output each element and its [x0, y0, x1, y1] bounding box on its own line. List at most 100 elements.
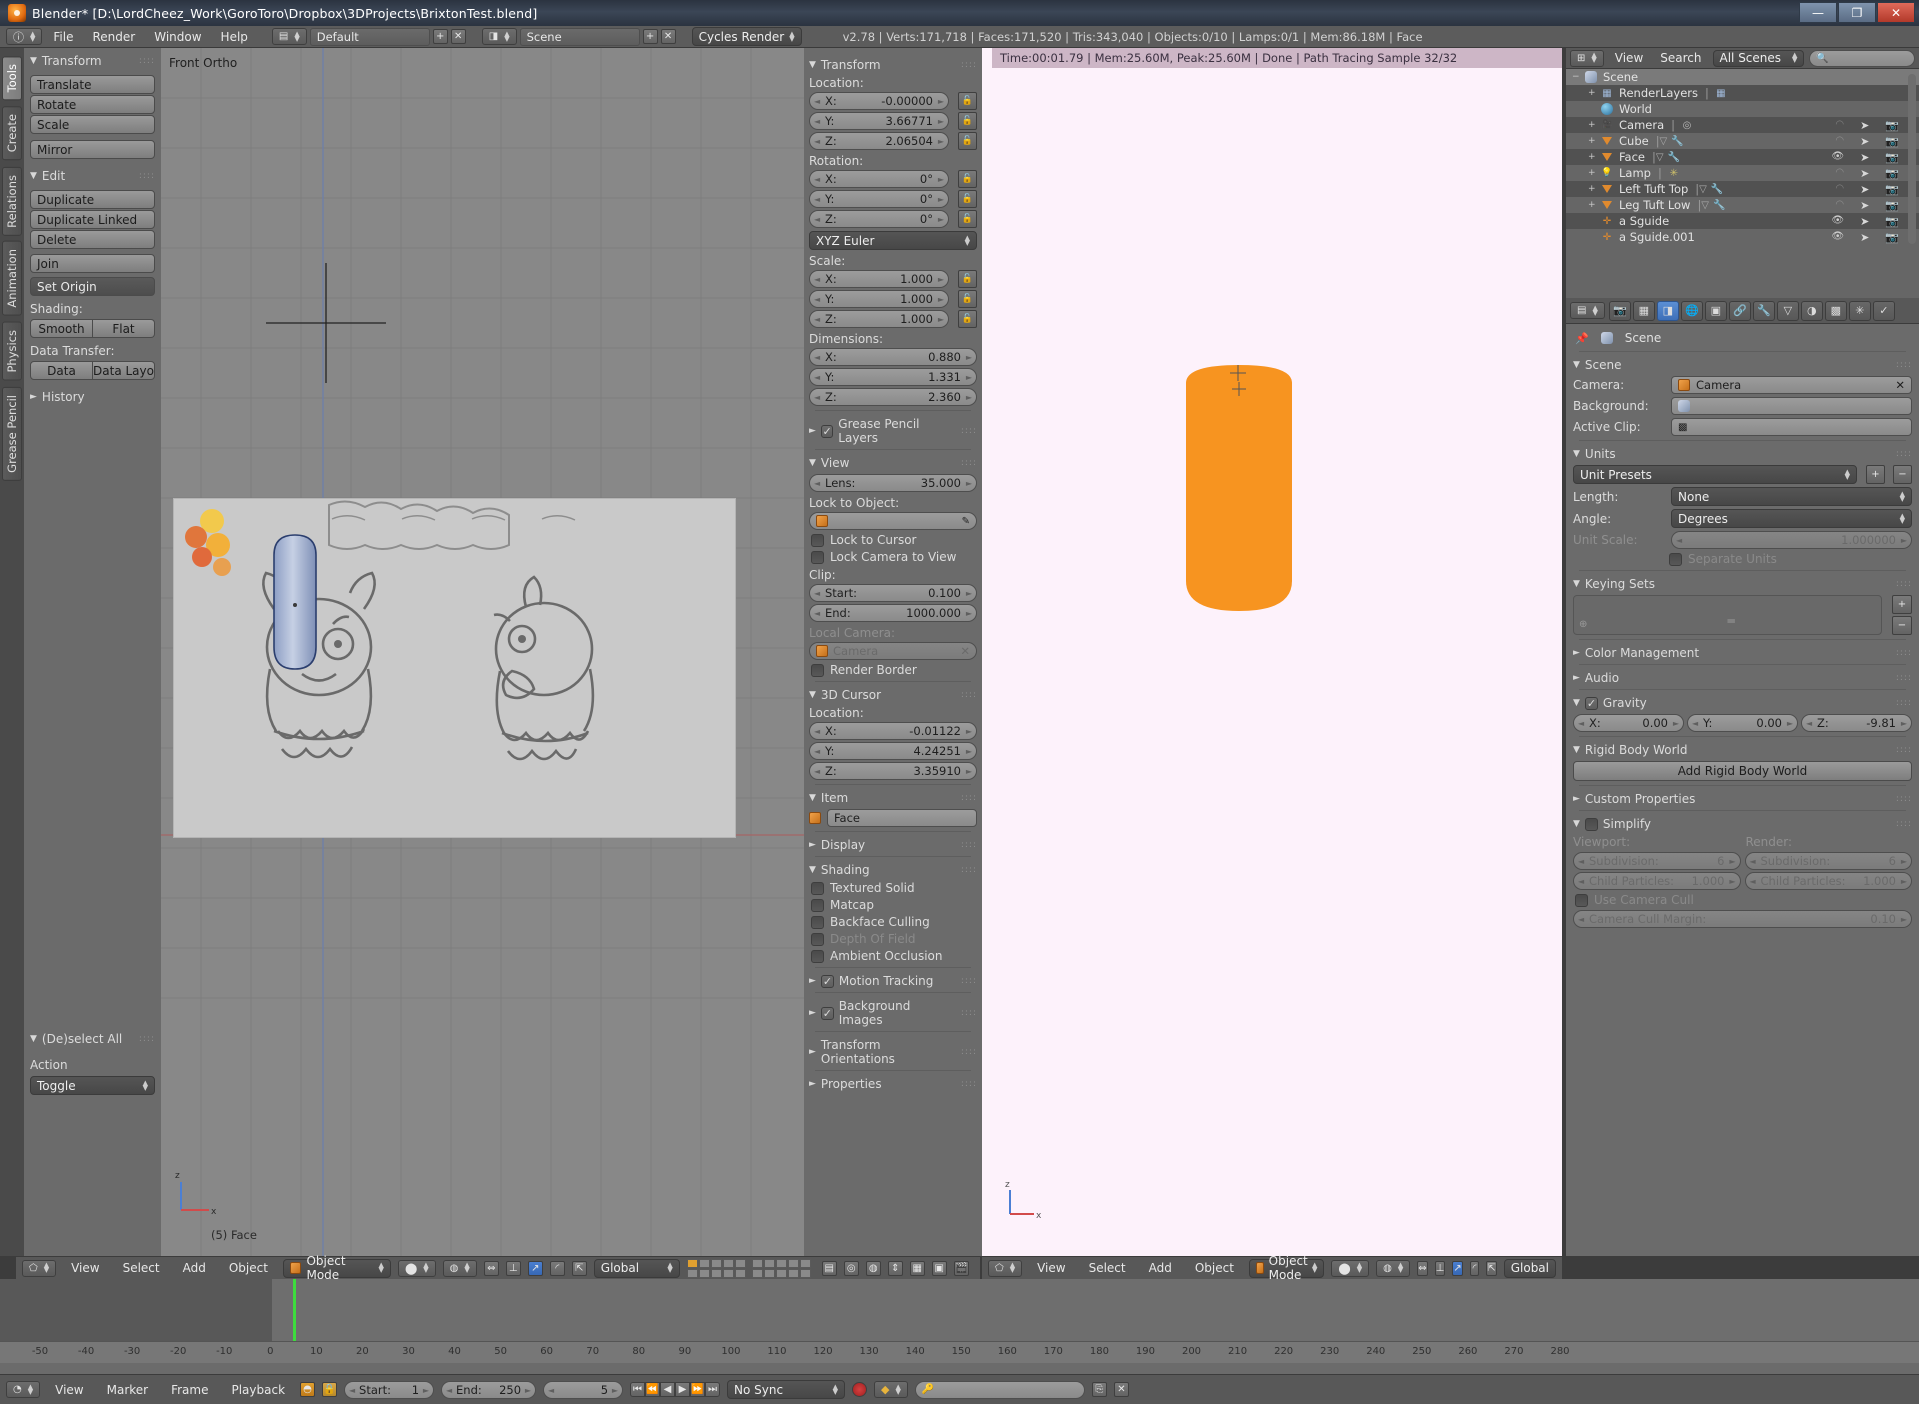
- shading-ambient-occlusion[interactable]: Ambient Occlusion: [811, 949, 977, 963]
- scene-camera-field[interactable]: Camera ✕: [1671, 376, 1912, 394]
- panel-checkbox[interactable]: ✓: [1584, 696, 1598, 710]
- clip-end[interactable]: ◄ End: 1000.000 ►: [809, 604, 977, 622]
- add-rigid-body-world-button[interactable]: Add Rigid Body World: [1573, 761, 1912, 781]
- menu-file[interactable]: File: [45, 28, 81, 46]
- rotation-y[interactable]: ◄ Y: 0° ►: [809, 190, 949, 208]
- editor-type-selector[interactable]: ⓘ ▲ ▼: [6, 28, 43, 45]
- selectability-toggle-icon[interactable]: ➤: [1860, 183, 1869, 196]
- render-animation-icon[interactable]: 🎬: [953, 1260, 969, 1276]
- lock-layers-icon[interactable]: ▤: [821, 1260, 837, 1276]
- visibility-toggle-icon[interactable]: ◠: [1835, 167, 1844, 180]
- grease-pencil-layers-header[interactable]: ► ✓ Grease Pencil Layers::::: [809, 417, 977, 445]
- scene-layers-grid[interactable]: [686, 1258, 815, 1278]
- menu-render[interactable]: Render: [84, 28, 143, 46]
- n-transform-orientations-header[interactable]: ► Transform Orientations::::: [809, 1038, 977, 1066]
- outliner-row[interactable]: World: [1566, 101, 1919, 117]
- properties-tab-renderlayers[interactable]: ▦: [1632, 300, 1655, 321]
- selectability-toggle-icon[interactable]: ➤: [1860, 215, 1869, 228]
- checkbox-icon[interactable]: [811, 949, 824, 963]
- eyedropper-icon[interactable]: ✎: [962, 516, 970, 527]
- lock-camera-to-view[interactable]: Lock Camera to View: [811, 550, 977, 564]
- scene-background-field[interactable]: [1671, 397, 1912, 415]
- add-preset-button[interactable]: +: [1866, 465, 1885, 484]
- renderability-toggle-icon[interactable]: 📷: [1885, 119, 1899, 132]
- mesh-modifier-icon[interactable]: ▽ 🔧: [1701, 199, 1725, 212]
- unit-presets-selector[interactable]: Unit Presets ▲ ▼: [1573, 465, 1857, 484]
- play-icon[interactable]: ▶: [675, 1382, 691, 1397]
- cursor-y[interactable]: ◄ Y: 4.24251 ►: [809, 742, 977, 760]
- shading-textured-solid[interactable]: Textured Solid: [811, 881, 977, 895]
- render-menu-select[interactable]: Select: [1081, 1259, 1134, 1277]
- lens[interactable]: ◄ Lens: 35.000 ►: [809, 474, 977, 492]
- location-y[interactable]: ◄ Y: 3.66771 ►: [809, 112, 949, 130]
- keying-sets-list[interactable]: ⊕ ═: [1573, 595, 1882, 635]
- scene-layer-cell[interactable]: [775, 1258, 787, 1268]
- remove-preset-button[interactable]: −: [1893, 465, 1912, 484]
- outliner-row[interactable]: ✛ a Sguide.001 👁 ➤ 📷: [1566, 229, 1919, 245]
- new-scene-button[interactable]: +: [642, 29, 658, 44]
- tool-tab-animation[interactable]: Animation: [2, 241, 22, 317]
- tool-tab-create[interactable]: Create: [2, 106, 22, 161]
- rotate-button[interactable]: Rotate: [30, 95, 155, 114]
- minimize-button[interactable]: —: [1799, 2, 1837, 23]
- outliner-row[interactable]: + Left Tuft Top | ▽ 🔧 ◠ ➤ 📷: [1566, 181, 1919, 197]
- scale-z[interactable]: ◄ Z: 1.000 ►: [809, 310, 949, 328]
- n-item-header[interactable]: ▼ Item::::: [809, 791, 977, 805]
- scale-manipulator-icon-right[interactable]: ⇱: [1486, 1260, 1497, 1276]
- n-shading-header[interactable]: ▼ Shading::::: [809, 863, 977, 877]
- gravity-x[interactable]: ◄ X: 0.00 ►: [1573, 714, 1684, 732]
- render-image-icon[interactable]: ▣: [931, 1260, 947, 1276]
- expand-toggle-icon[interactable]: +: [1588, 88, 1600, 98]
- edit-panel-header[interactable]: ▼ Edit ::::: [30, 169, 155, 183]
- lock-time-icon[interactable]: 🔒: [322, 1382, 338, 1397]
- current-frame-field[interactable]: ◄ 5 ►: [543, 1380, 624, 1399]
- checkbox-icon[interactable]: [811, 881, 824, 895]
- auto-keyframe-icon[interactable]: [852, 1382, 868, 1397]
- properties-tab-data[interactable]: ▽: [1776, 300, 1799, 321]
- clip-start[interactable]: ◄ Start: 0.100 ►: [809, 584, 977, 602]
- scale-manipulator-icon[interactable]: ⇱: [571, 1260, 587, 1276]
- menu-window[interactable]: Window: [146, 28, 209, 46]
- timeline-menu-marker[interactable]: Marker: [99, 1381, 156, 1399]
- scene-layer-cell[interactable]: [799, 1258, 811, 1268]
- timeline-menu-view[interactable]: View: [47, 1381, 91, 1399]
- visibility-toggle-icon[interactable]: ◠: [1835, 119, 1844, 132]
- delete-scene-button[interactable]: ✕: [660, 29, 676, 44]
- timeline-playhead[interactable]: [293, 1279, 296, 1341]
- selectability-toggle-icon[interactable]: ➤: [1860, 167, 1869, 180]
- viewport-menu-view[interactable]: View: [63, 1259, 107, 1277]
- simplify-panel-header[interactable]: ▼ Simplify::::: [1573, 817, 1912, 831]
- interaction-mode-selector[interactable]: Object Mode ▲ ▼: [282, 1254, 391, 1282]
- texture-paint-icon[interactable]: ▦: [909, 1260, 925, 1276]
- checkbox-icon[interactable]: [811, 915, 824, 929]
- outliner-display-mode[interactable]: All Scenes ▲ ▼: [1712, 49, 1805, 67]
- scene-layer-cell[interactable]: [734, 1268, 746, 1278]
- checkbox-icon[interactable]: [811, 550, 824, 564]
- jump-to-end-icon[interactable]: ⏭: [705, 1382, 721, 1397]
- duplicate-button[interactable]: Duplicate: [30, 190, 155, 209]
- manipulator-toggle-icon[interactable]: ⊥: [505, 1260, 521, 1276]
- local-camera-field[interactable]: Camera ✕: [809, 642, 977, 660]
- n-display-header[interactable]: ► Display::::: [809, 838, 977, 852]
- expand-toggle-icon[interactable]: +: [1588, 136, 1600, 146]
- delete-layout-button[interactable]: ✕: [450, 29, 466, 44]
- translate-manipulator-icon-right[interactable]: ↗: [1452, 1260, 1463, 1276]
- frame-end-field[interactable]: ◄ End: 250 ►: [441, 1380, 537, 1399]
- location-x[interactable]: ◄ X: -0.00000 ►: [809, 92, 949, 110]
- scene-browse-icon[interactable]: ◨ ▲ ▼: [481, 28, 517, 45]
- tool-tab-grease-pencil[interactable]: Grease Pencil: [2, 386, 22, 481]
- outliner-scrollbar[interactable]: [1908, 74, 1916, 244]
- scene-layer-cell[interactable]: [763, 1258, 775, 1268]
- renderability-toggle-icon[interactable]: 📷: [1885, 167, 1899, 180]
- viewport-menu-select[interactable]: Select: [115, 1259, 168, 1277]
- scene-layer-group[interactable]: [751, 1258, 811, 1278]
- pivot-point-selector-right[interactable]: ◍ ▲ ▼: [1376, 1259, 1411, 1277]
- translate-manipulator-icon[interactable]: ↗: [527, 1260, 543, 1276]
- lock-rotation-icon[interactable]: 🔓: [958, 190, 977, 208]
- screen-layout-icon[interactable]: ▤ ▲ ▼: [271, 28, 307, 45]
- shade-smooth-button[interactable]: Smooth: [30, 319, 93, 338]
- selectability-toggle-icon[interactable]: ➤: [1860, 199, 1869, 212]
- rigid-body-world-panel-header[interactable]: ▼ Rigid Body World::::: [1573, 743, 1912, 757]
- tool-tab-tools[interactable]: Tools: [2, 56, 22, 101]
- outliner-row[interactable]: + ▦ RenderLayers | ▦: [1566, 85, 1919, 101]
